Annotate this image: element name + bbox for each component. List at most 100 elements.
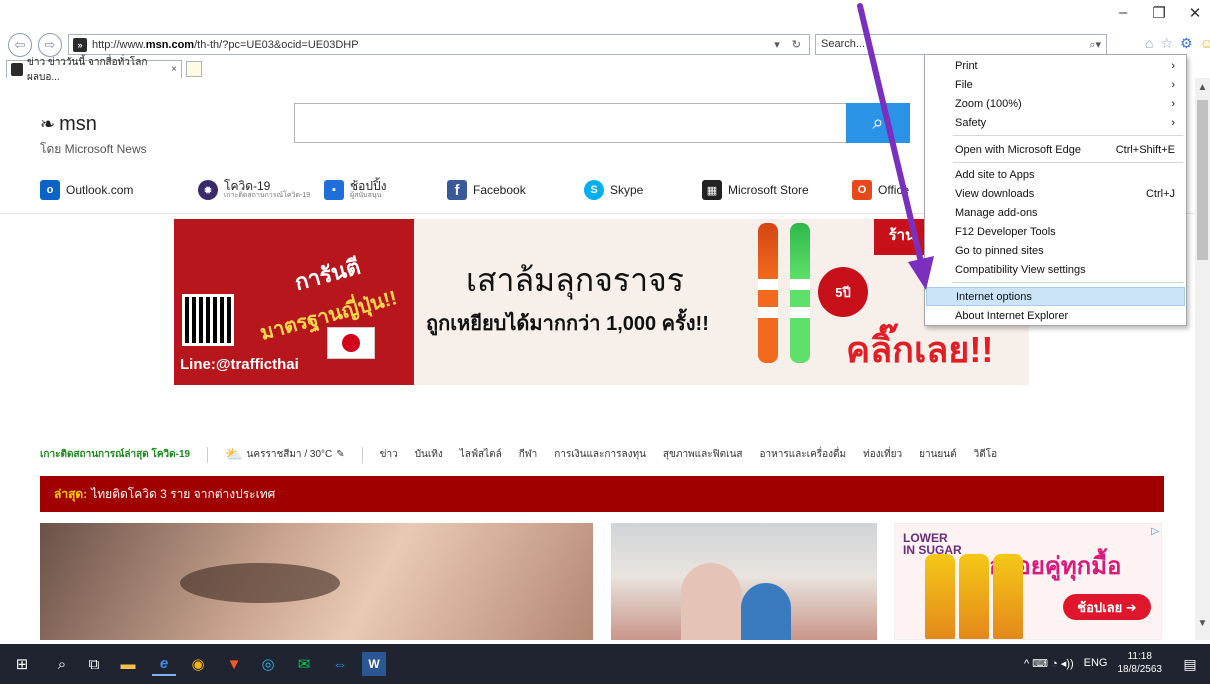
menu-item-f12-tools[interactable]: F12 Developer Tools xyxy=(926,222,1185,241)
page-scrollbar[interactable]: ▲ ▼ xyxy=(1195,78,1210,640)
ad-shop-now-button[interactable]: ช้อปเลย ➜ xyxy=(1063,594,1151,620)
divider xyxy=(361,446,363,463)
nav-item-lifestyle[interactable]: ไลฟ์สไตล์ xyxy=(460,447,502,462)
store-bag-icon: ▦ xyxy=(702,180,722,200)
menu-item-compat-view[interactable]: Compatibility View settings xyxy=(926,260,1185,279)
brave-icon[interactable]: ▼ xyxy=(222,652,246,676)
edit-icon[interactable]: ✎ xyxy=(336,449,344,460)
menu-item-file[interactable]: File › xyxy=(926,75,1185,94)
scroll-thumb[interactable] xyxy=(1197,100,1208,260)
menu-item-label: View downloads xyxy=(955,187,1035,200)
shopping-bag-icon: ▪ xyxy=(324,180,344,200)
quicklink-label: Office xyxy=(878,183,910,197)
quicklink-facebook[interactable]: f Facebook xyxy=(447,180,526,200)
search-icon[interactable]: ⌕ xyxy=(50,652,74,676)
back-icon: ⇦ xyxy=(14,37,26,52)
home-icon[interactable]: ⌂ xyxy=(1145,35,1153,52)
back-button[interactable]: ⇦ xyxy=(8,33,32,57)
search-icon[interactable]: ⌕▾ xyxy=(1089,38,1101,51)
news-card-photo[interactable] xyxy=(611,523,877,640)
menu-item-pinned-sites[interactable]: Go to pinned sites xyxy=(926,241,1185,260)
scroll-down-icon[interactable]: ▼ xyxy=(1195,618,1210,636)
quicklink-shopping[interactable]: ▪ ช้อปปิ้ง ผู้สนับสนุน xyxy=(324,180,386,200)
task-view-icon[interactable]: ⧉ xyxy=(82,652,106,676)
file-explorer-icon[interactable]: ▬ xyxy=(116,652,140,676)
menu-item-label: File xyxy=(955,78,973,91)
menu-item-open-edge[interactable]: Open with Microsoft Edge Ctrl+Shift+E xyxy=(926,140,1185,159)
msn-search-button[interactable]: ⌕ xyxy=(846,103,910,143)
forward-button[interactable]: ⇨ xyxy=(38,33,62,57)
msn-search-input[interactable] xyxy=(294,103,846,143)
quicklink-microsoft-store[interactable]: ▦ Microsoft Store xyxy=(702,180,809,200)
line-icon[interactable]: ✉ xyxy=(292,652,316,676)
quicklink-covid[interactable]: ✹ โควิด-19 เกาะติดสถานการณ์โควิด-19 xyxy=(198,180,310,200)
facebook-icon: f xyxy=(447,180,467,200)
menu-item-add-site[interactable]: Add site to Apps xyxy=(926,165,1185,184)
close-button[interactable]: ✕ xyxy=(1188,4,1202,22)
new-tab-button[interactable] xyxy=(186,61,202,77)
scroll-up-icon[interactable]: ▲ xyxy=(1195,82,1210,100)
nav-item-finance[interactable]: การเงินและการลงทุน xyxy=(554,447,646,462)
msn-logo[interactable]: ❧ msn xyxy=(40,113,97,136)
chrome-icon[interactable]: ◉ xyxy=(186,652,210,676)
drink-bottle xyxy=(925,554,955,639)
refresh-icon[interactable]: ↻ xyxy=(792,38,801,51)
nav-item-entertainment[interactable]: บันเทิง xyxy=(415,447,443,462)
nav-item-video[interactable]: วิดีโอ xyxy=(974,447,998,462)
tray-icons[interactable]: ^ ⌨ ◔ ◂)) xyxy=(1024,657,1074,670)
notification-icon[interactable]: ▤ xyxy=(1180,654,1200,674)
breaking-news-bar[interactable]: ล่าสุด: ไทยติดโควิด 3 ราย จากต่างประเทศ xyxy=(40,476,1164,512)
menu-item-label: Zoom (100%) xyxy=(955,97,1022,110)
menu-item-internet-options[interactable]: Internet options xyxy=(926,287,1185,306)
menu-item-view-downloads[interactable]: View downloads Ctrl+J xyxy=(926,184,1185,203)
adchoices-icon[interactable]: ▷ xyxy=(1151,526,1159,537)
favorites-star-icon[interactable]: ☆ xyxy=(1160,35,1173,52)
nav-item-travel[interactable]: ท่องเที่ยว xyxy=(863,447,902,462)
feedback-smiley-icon[interactable]: ☺ xyxy=(1200,35,1210,52)
search-icon: ⌕ xyxy=(872,111,884,134)
divider xyxy=(207,446,209,463)
menu-item-safety[interactable]: Safety › xyxy=(926,113,1185,132)
address-bar[interactable]: » http://www. msn.com/th-th/?pc=UE03&ocid… xyxy=(68,34,810,55)
clock[interactable]: 11:18 18/8/2563 xyxy=(1118,650,1163,676)
ad-card[interactable]: LOWER IN SUGAR อร่อยคู่ทุกมื้อ ช้อปเลย ➜ … xyxy=(894,523,1162,640)
tab-close-icon[interactable]: × xyxy=(171,64,177,75)
edge-icon[interactable]: ◎ xyxy=(256,652,280,676)
breaking-label: ล่าสุด: xyxy=(54,486,88,501)
quicklink-label: ช้อปปิ้ง xyxy=(350,179,387,193)
quicklink-label: Facebook xyxy=(473,183,526,197)
menu-item-zoom[interactable]: Zoom (100%) › xyxy=(926,94,1185,113)
nav-item-food[interactable]: อาหารและเครื่องดื่ม xyxy=(760,447,847,462)
msn-favicon-icon xyxy=(11,63,24,76)
quicklink-outlook[interactable]: o Outlook.com xyxy=(40,180,133,200)
start-windows-icon[interactable]: ⊞ xyxy=(10,652,34,676)
nav-item-health[interactable]: สุขภาพและฟิตเนส xyxy=(663,447,743,462)
nav-item-autos[interactable]: ยานยนต์ xyxy=(919,447,957,462)
word-icon[interactable]: W xyxy=(362,652,386,676)
menu-item-print[interactable]: Print › xyxy=(926,56,1185,75)
tools-gear-icon[interactable]: ⚙ xyxy=(1180,35,1193,52)
menu-item-label: F12 Developer Tools xyxy=(955,225,1056,238)
tab-msn[interactable]: ข่าว ข่าววันนี้ จากสื่อทั่วโลก ผลบอ... × xyxy=(6,57,182,83)
banner-ad[interactable]: การันตี มาตรฐานญี่ปุ่น!! Line:@trafficth… xyxy=(174,219,1029,385)
nav-item-sports[interactable]: กีฬา xyxy=(519,447,538,462)
teamviewer-icon[interactable]: ⇔ xyxy=(328,652,352,676)
menu-item-manage-addons[interactable]: Manage add-ons xyxy=(926,203,1185,222)
quicklink-office[interactable]: O Office xyxy=(852,180,909,200)
office-icon: O xyxy=(852,180,872,200)
weather-widget[interactable]: ⛅ นครราชสีมา / 30°C ✎ xyxy=(225,446,345,463)
news-card-large[interactable] xyxy=(40,523,593,640)
skype-icon: S xyxy=(584,180,604,200)
restore-button[interactable]: ❐ xyxy=(1152,4,1166,22)
internet-explorer-icon[interactable]: e xyxy=(152,652,176,676)
menu-item-about-ie[interactable]: About Internet Explorer xyxy=(926,306,1185,325)
windows-taskbar: ⊞ ⌕ ⧉ ▬ e ◉ ▼ ◎ ✉ ⇔ W ^ ⌨ ◔ ◂)) ENG 11:1… xyxy=(0,644,1210,684)
browser-search-input[interactable]: Search... ⌕▾ xyxy=(815,34,1107,55)
quicklink-skype[interactable]: S Skype xyxy=(584,180,643,200)
covid-tracker-link[interactable]: เกาะติดสถานการณ์ล่าสุด โควิด-19 xyxy=(40,447,190,462)
nav-item-news[interactable]: ข่าว xyxy=(380,447,398,462)
address-dropdown-icon[interactable]: ▾ xyxy=(774,38,780,51)
minimize-button[interactable]: – xyxy=(1116,4,1130,22)
ad-lower-sugar: LOWER IN SUGAR xyxy=(903,532,962,556)
language-indicator[interactable]: ENG xyxy=(1084,657,1108,669)
